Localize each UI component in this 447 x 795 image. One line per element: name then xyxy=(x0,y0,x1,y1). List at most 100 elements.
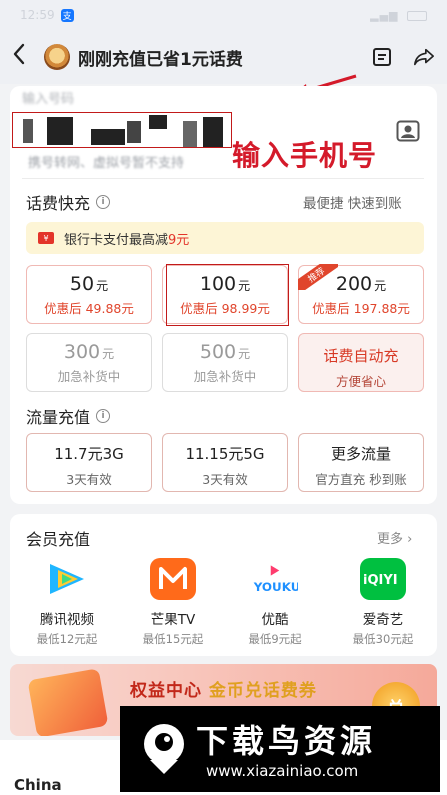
app-price: 最低15元起 xyxy=(142,632,204,646)
info-icon[interactable]: i xyxy=(96,195,111,209)
recharge-option-300[interactable]: 300 元 加急补货中 xyxy=(26,333,152,392)
data-option-3g[interactable]: 11.7元3G 3天有效 xyxy=(26,433,152,492)
data-option-validity: 3天有效 xyxy=(66,472,112,487)
records-icon[interactable] xyxy=(371,46,393,68)
phone-label: 输入号码 xyxy=(22,92,75,107)
banner-text: 权益中心 金币兑话费券 xyxy=(130,676,317,701)
svg-text:YOUKU: YOUKU xyxy=(253,580,298,594)
nav-actions xyxy=(371,46,435,68)
back-icon[interactable] xyxy=(12,42,44,72)
battery-icon xyxy=(407,10,427,21)
data-option-5g[interactable]: 11.15元5G 3天有效 xyxy=(162,433,288,492)
recommend-badge-text: 推荐 xyxy=(298,264,338,290)
input-phone-annotation: 输入手机号 xyxy=(232,139,378,172)
phone-input[interactable] xyxy=(12,112,232,148)
more-label: 更多 xyxy=(377,532,404,547)
masked-digit xyxy=(203,117,223,147)
app-price: 最低9元起 xyxy=(248,632,302,646)
recommend-badge: 推荐 xyxy=(298,264,338,290)
share-icon[interactable] xyxy=(413,46,435,68)
data-option-title: 更多流量 xyxy=(330,445,391,463)
masked-digit xyxy=(127,121,141,143)
data-recharge-title: 流量充值 i xyxy=(26,404,111,428)
avatar xyxy=(44,44,70,70)
option-discount: 优惠后 197.88元 xyxy=(312,301,410,316)
watermark-title: 下载鸟资源 xyxy=(196,722,377,760)
option-amount: 500 xyxy=(199,341,237,363)
option-amount: 200 xyxy=(335,273,373,295)
bird-logo-icon xyxy=(144,724,184,774)
masked-digit xyxy=(91,129,125,145)
page-title: 刚刚充值已省1元话费 xyxy=(78,49,243,70)
membership-title: 会员充值 xyxy=(26,526,90,550)
svg-text:iQIYI: iQIYI xyxy=(363,573,398,588)
info-icon[interactable]: i xyxy=(96,409,111,423)
bank-card-icon: ¥ xyxy=(38,232,54,244)
mango-tv-icon xyxy=(150,558,196,600)
coupon-illustration xyxy=(27,668,109,736)
masked-digit xyxy=(23,119,33,143)
watermark-url: www.xiazainiao.com xyxy=(206,762,359,780)
watermark: 下载鸟资源 www.xiazainiao.com xyxy=(120,706,440,792)
divider xyxy=(22,178,424,179)
chevron-right-icon: › xyxy=(407,532,413,547)
tencent-video-item[interactable]: 腾讯视频 最低12元起 xyxy=(22,558,112,647)
bank-card-promo[interactable]: ¥ 银行卡支付最高减 9元 xyxy=(26,222,424,254)
data-option-title: 11.15元5G xyxy=(185,445,265,463)
youku-item[interactable]: YOUKU 优酷 最低9元起 xyxy=(230,558,320,647)
status-indicators: ▂▄▆ xyxy=(370,9,427,22)
option-unit: 元 xyxy=(238,347,251,361)
phone-hint: 携号转网、虚拟号暂不支持 xyxy=(28,156,185,171)
auto-recharge-sub: 方便省心 xyxy=(335,374,386,389)
option-unit: 元 xyxy=(102,347,115,361)
app-name: 芒果TV xyxy=(150,612,196,628)
app-name: 优酷 xyxy=(261,612,289,628)
iqiyi-icon: iQIYI xyxy=(360,558,406,600)
membership-more-link[interactable]: 更多 › xyxy=(377,528,412,547)
status-time: 12:59 xyxy=(20,8,55,22)
mango-tv-item[interactable]: 芒果TV 最低15元起 xyxy=(128,558,218,647)
option-unit: 元 xyxy=(96,279,109,293)
youku-icon: YOUKU xyxy=(252,558,298,600)
option-status: 加急补货中 xyxy=(57,369,121,384)
app-price: 最低12元起 xyxy=(36,632,98,646)
masked-digit xyxy=(183,121,197,147)
app-price: 最低30元起 xyxy=(352,632,414,646)
more-data-option[interactable]: 更多流量 官方直充 秒到账 xyxy=(298,433,424,492)
contacts-icon[interactable] xyxy=(396,120,422,144)
promo-text: 银行卡支付最高减 xyxy=(64,232,169,248)
tencent-video-icon xyxy=(44,558,90,600)
masked-digit xyxy=(47,117,73,145)
masked-digit xyxy=(149,115,167,129)
option-status: 加急补货中 xyxy=(193,369,257,384)
option-unit: 元 xyxy=(374,279,387,293)
signal-icon: ▂▄▆ xyxy=(370,8,399,22)
membership-title-text: 会员充值 xyxy=(26,530,91,549)
status-left: 12:59 支 xyxy=(20,8,74,22)
quick-recharge-title: 话费快充 i xyxy=(26,190,111,214)
app-name: 爱奇艺 xyxy=(362,612,404,628)
data-recharge-title-text: 流量充值 xyxy=(26,408,91,427)
option-amount: 50 xyxy=(69,273,95,295)
auto-recharge-label: 话费自动充 xyxy=(323,347,399,365)
status-bar: 12:59 支 ▂▄▆ xyxy=(0,0,447,30)
nav-bar: 刚刚充值已省1元话费 xyxy=(0,30,447,84)
iqiyi-item[interactable]: iQIYI 爱奇艺 最低30元起 xyxy=(338,558,428,647)
selection-highlight xyxy=(166,264,289,326)
quick-recharge-note: 最便捷 快速到账 xyxy=(303,196,402,212)
recharge-option-500[interactable]: 500 元 加急补货中 xyxy=(162,333,288,392)
data-option-title: 11.7元3G xyxy=(54,445,124,463)
recharge-option-50[interactable]: 50 元 优惠后 49.88元 xyxy=(26,265,152,324)
option-discount: 优惠后 49.88元 xyxy=(44,301,134,316)
data-option-validity: 3天有效 xyxy=(202,472,248,487)
banner-text-a: 权益中心 xyxy=(130,681,202,701)
promo-amount: 9元 xyxy=(168,232,190,248)
auto-recharge-option[interactable]: 话费自动充 方便省心 xyxy=(298,333,424,392)
banner-text-b: 金币兑话费券 xyxy=(208,681,317,701)
china-logo: China xyxy=(14,776,62,794)
data-option-note: 官方直充 秒到账 xyxy=(315,472,407,487)
alipay-status-icon: 支 xyxy=(60,8,74,22)
app-name: 腾讯视频 xyxy=(40,612,94,628)
option-amount: 300 xyxy=(63,341,101,363)
quick-recharge-title-text: 话费快充 xyxy=(26,194,91,213)
